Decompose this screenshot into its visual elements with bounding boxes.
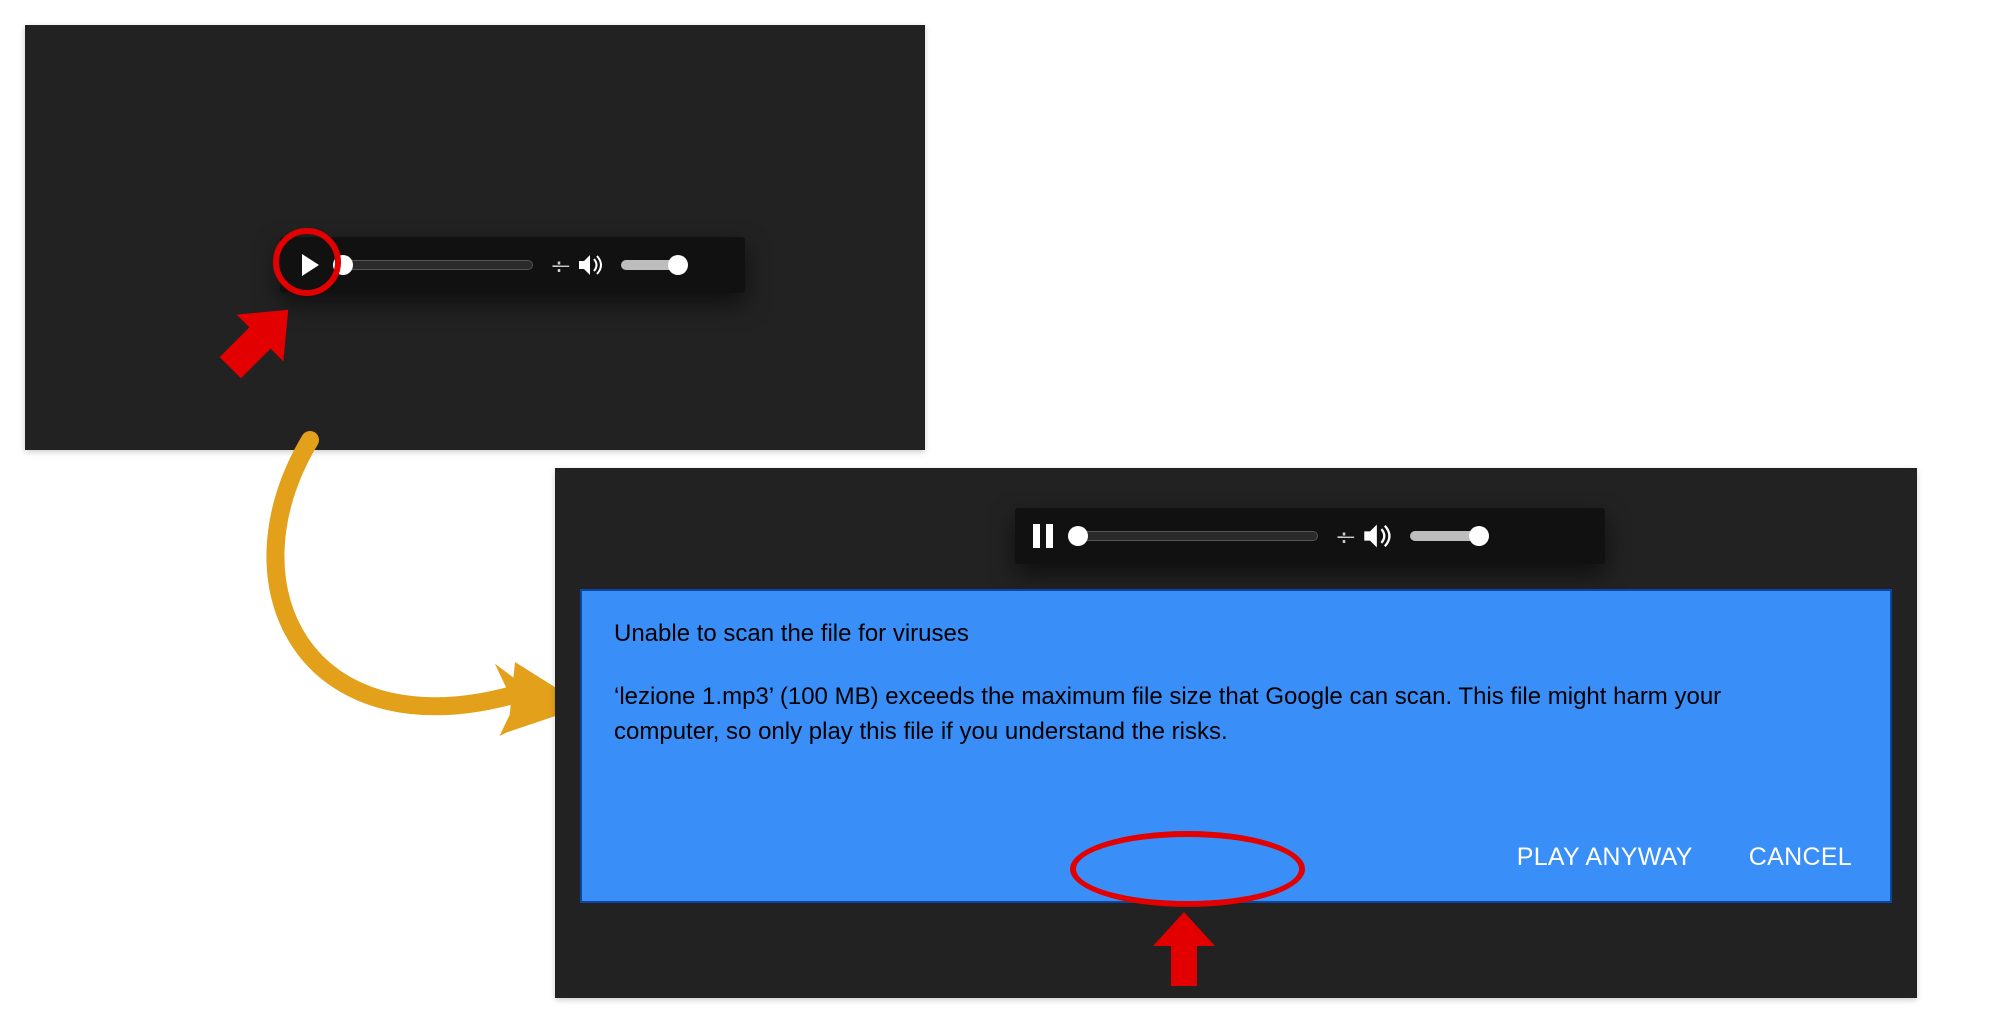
seek-track[interactable] — [338, 260, 533, 270]
play-icon — [302, 254, 319, 276]
time-display: -:— — [1334, 524, 1346, 548]
cancel-button[interactable]: CANCEL — [1743, 835, 1858, 879]
annotation-arrow-up-icon — [1149, 910, 1219, 988]
dialog-title: Unable to scan the file for viruses — [614, 617, 1858, 652]
seek-thumb[interactable] — [333, 255, 353, 275]
volume-thumb[interactable] — [1469, 526, 1489, 546]
volume-thumb[interactable] — [668, 255, 688, 275]
seek-thumb[interactable] — [1068, 526, 1088, 546]
play-button[interactable] — [294, 251, 322, 279]
media-player-panel-dialog: -:— Unable to scan the file for viruses … — [555, 468, 1917, 998]
volume-icon[interactable] — [1362, 522, 1394, 550]
virus-scan-warning-dialog: Unable to scan the file for viruses ‘lez… — [580, 589, 1892, 903]
media-player-panel-before: -:— — [25, 25, 925, 450]
pause-button[interactable] — [1029, 522, 1057, 550]
pause-icon — [1033, 524, 1053, 548]
time-display: -:— — [549, 253, 561, 277]
annotation-arrow-icon — [215, 290, 305, 386]
play-anyway-button[interactable]: PLAY ANYWAY — [1511, 835, 1699, 879]
dialog-body: ‘lezione 1.mp3’ (100 MB) exceeds the max… — [614, 680, 1724, 750]
volume-track[interactable] — [1410, 531, 1484, 541]
volume-track[interactable] — [621, 260, 683, 270]
seek-track[interactable] — [1073, 531, 1318, 541]
audio-control-bar: -:— — [280, 237, 745, 293]
dialog-actions: PLAY ANYWAY CANCEL — [614, 835, 1858, 879]
audio-control-bar: -:— — [1015, 508, 1605, 564]
volume-icon[interactable] — [577, 253, 605, 277]
